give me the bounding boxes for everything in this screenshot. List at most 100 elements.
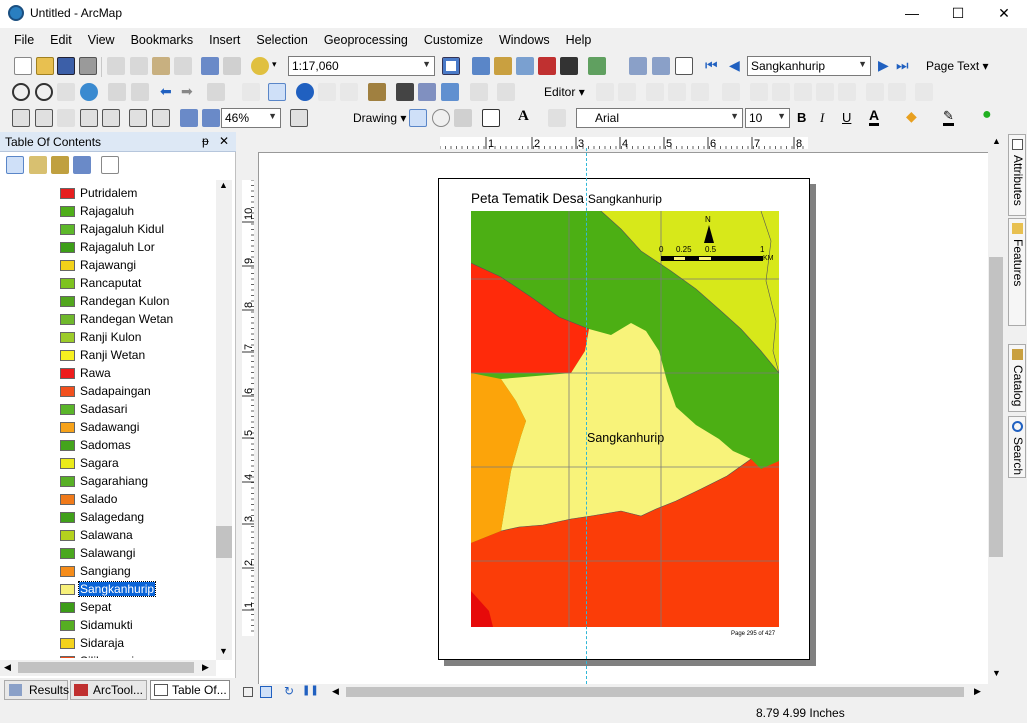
- previous-page-icon[interactable]: ◀: [729, 57, 740, 74]
- hyperlink-icon[interactable]: [318, 83, 336, 101]
- layer-label[interactable]: Putridalem: [79, 186, 138, 200]
- scroll-down-icon[interactable]: ▼: [992, 668, 1001, 678]
- delete-icon[interactable]: [174, 57, 192, 75]
- point-icon[interactable]: [691, 83, 709, 101]
- edit-tool-icon[interactable]: [596, 83, 614, 101]
- toggle-draft-mode-icon[interactable]: [290, 109, 308, 127]
- layer-label[interactable]: Ranji Kulon: [79, 330, 142, 344]
- layer-color-swatch[interactable]: [60, 619, 75, 631]
- layer-color-swatch[interactable]: [60, 637, 75, 649]
- toc-layer-item[interactable]: Sidamukti: [60, 616, 134, 634]
- layer-label[interactable]: Silihwangi: [79, 654, 135, 658]
- layer-color-swatch[interactable]: [60, 547, 75, 559]
- undo-icon[interactable]: [201, 57, 219, 75]
- go-to-xy-icon[interactable]: [441, 83, 459, 101]
- full-extent-icon[interactable]: [80, 83, 98, 101]
- edit-vertices-icon[interactable]: [722, 83, 740, 101]
- sketch-properties-icon[interactable]: [866, 83, 884, 101]
- layer-label[interactable]: Rancaputat: [79, 276, 142, 290]
- select-features-icon[interactable]: [207, 83, 225, 101]
- toc-layer-item[interactable]: Sadawangi: [60, 418, 140, 436]
- find-icon[interactable]: [396, 83, 414, 101]
- layer-label[interactable]: Rawa: [79, 366, 112, 380]
- toc-layer-item[interactable]: Rajagaluh Lor: [60, 238, 156, 256]
- toc-layer-item[interactable]: Putridalem: [60, 184, 138, 202]
- clear-selection-icon[interactable]: [242, 83, 260, 101]
- go-forward-extent-icon[interactable]: [202, 109, 220, 127]
- layer-color-swatch[interactable]: [60, 439, 75, 451]
- select-element-arrow-icon[interactable]: [409, 109, 427, 127]
- open-folder-icon[interactable]: [36, 57, 54, 75]
- trace-icon[interactable]: [668, 83, 686, 101]
- editor-menu[interactable]: Editor ▾: [544, 85, 585, 99]
- layout-zoom-in-icon[interactable]: [12, 109, 30, 127]
- time-slider-icon[interactable]: [470, 83, 488, 101]
- toc-layer-item[interactable]: Sagarahiang: [60, 472, 149, 490]
- menu-windows[interactable]: Windows: [491, 30, 558, 52]
- toc-pin-icon[interactable]: ᵽ: [202, 134, 209, 148]
- first-page-icon[interactable]: ⏮: [705, 57, 718, 74]
- toc-layer-item[interactable]: Rawa: [60, 364, 112, 382]
- underline-button[interactable]: U: [842, 110, 851, 125]
- layer-label[interactable]: Sagarahiang: [79, 474, 149, 488]
- html-popup-icon[interactable]: [340, 83, 358, 101]
- layer-color-swatch[interactable]: [60, 223, 75, 235]
- layer-label[interactable]: Ranji Wetan: [79, 348, 146, 362]
- guide-line[interactable]: [586, 148, 587, 684]
- layout-horizontal-scrollbar[interactable]: ↻ ❚❚ ◀ ▶: [238, 684, 1004, 700]
- back-extent-icon[interactable]: ⬅: [160, 83, 172, 100]
- scale-bar[interactable]: 0 0.25 0.5 1 KM: [659, 243, 774, 269]
- toc-layer-item[interactable]: Sepat: [60, 598, 112, 616]
- tab-search[interactable]: Search: [1008, 416, 1026, 478]
- python-window-icon[interactable]: [560, 57, 578, 75]
- layer-label[interactable]: Sagara: [79, 456, 120, 470]
- list-by-drawing-order-icon[interactable]: [6, 156, 24, 174]
- drawing-menu[interactable]: Drawing ▾: [353, 111, 406, 125]
- layer-color-swatch[interactable]: [60, 403, 75, 415]
- layer-color-swatch[interactable]: [60, 277, 75, 289]
- editing-options-icon[interactable]: [915, 83, 933, 101]
- measure-icon[interactable]: [368, 83, 386, 101]
- toc-options-icon[interactable]: [101, 156, 119, 174]
- layer-label[interactable]: Sangkanhurip: [77, 581, 157, 597]
- save-icon[interactable]: [57, 57, 75, 75]
- attribute-table-icon[interactable]: [675, 57, 693, 75]
- toc-layer-item[interactable]: Sadapaingan: [60, 382, 152, 400]
- print-icon[interactable]: [79, 57, 97, 75]
- layer-color-swatch[interactable]: [60, 241, 75, 253]
- list-by-source-icon[interactable]: [29, 156, 47, 174]
- data-frame[interactable]: [471, 211, 779, 627]
- toc-layer-item[interactable]: Rajagaluh Kidul: [60, 220, 165, 238]
- data-driven-pages-icon[interactable]: [629, 57, 647, 75]
- zoom-to-selected-icon[interactable]: [454, 109, 472, 127]
- menu-geoprocessing[interactable]: Geoprocessing: [316, 30, 416, 52]
- search-window-icon[interactable]: [516, 57, 534, 75]
- italic-button[interactable]: I: [820, 110, 824, 126]
- menu-view[interactable]: View: [80, 30, 123, 52]
- paste-icon[interactable]: [152, 57, 170, 75]
- layer-label[interactable]: Sangiang: [79, 564, 132, 578]
- zoom-out-icon[interactable]: [35, 83, 53, 101]
- layer-color-swatch[interactable]: [60, 655, 75, 658]
- find-route-icon[interactable]: [418, 83, 436, 101]
- layer-label[interactable]: Sepat: [79, 600, 112, 614]
- toc-layer-item[interactable]: Ranji Wetan: [60, 346, 146, 364]
- toc-layer-item[interactable]: Salagedang: [60, 508, 145, 526]
- edit-annotation-icon[interactable]: [618, 83, 636, 101]
- page-name-combo[interactable]: Sangkanhurip ▼: [747, 56, 871, 76]
- toc-layer-item[interactable]: Randegan Kulon: [60, 292, 170, 310]
- hscroll-thumb[interactable]: [18, 662, 194, 673]
- add-data-dropdown-icon[interactable]: ▾: [272, 59, 277, 70]
- font-size-combo[interactable]: 10 ▼: [745, 108, 790, 128]
- toc-vertical-scrollbar[interactable]: ▲ ▼: [216, 180, 232, 660]
- map-title[interactable]: Peta Tematik Desa Sangkanhurip: [471, 191, 662, 206]
- fill-color-icon[interactable]: ◆: [906, 108, 917, 125]
- toc-layer-item[interactable]: Ranji Kulon: [60, 328, 142, 346]
- layer-color-swatch[interactable]: [60, 511, 75, 523]
- fixed-zoom-in-layout-icon[interactable]: [129, 109, 147, 127]
- fixed-zoom-out-icon[interactable]: [131, 83, 149, 101]
- layout-vscroll-thumb[interactable]: [989, 257, 1003, 557]
- go-back-extent-icon[interactable]: [180, 109, 198, 127]
- layer-label[interactable]: Sadapaingan: [79, 384, 152, 398]
- redo-icon[interactable]: [223, 57, 241, 75]
